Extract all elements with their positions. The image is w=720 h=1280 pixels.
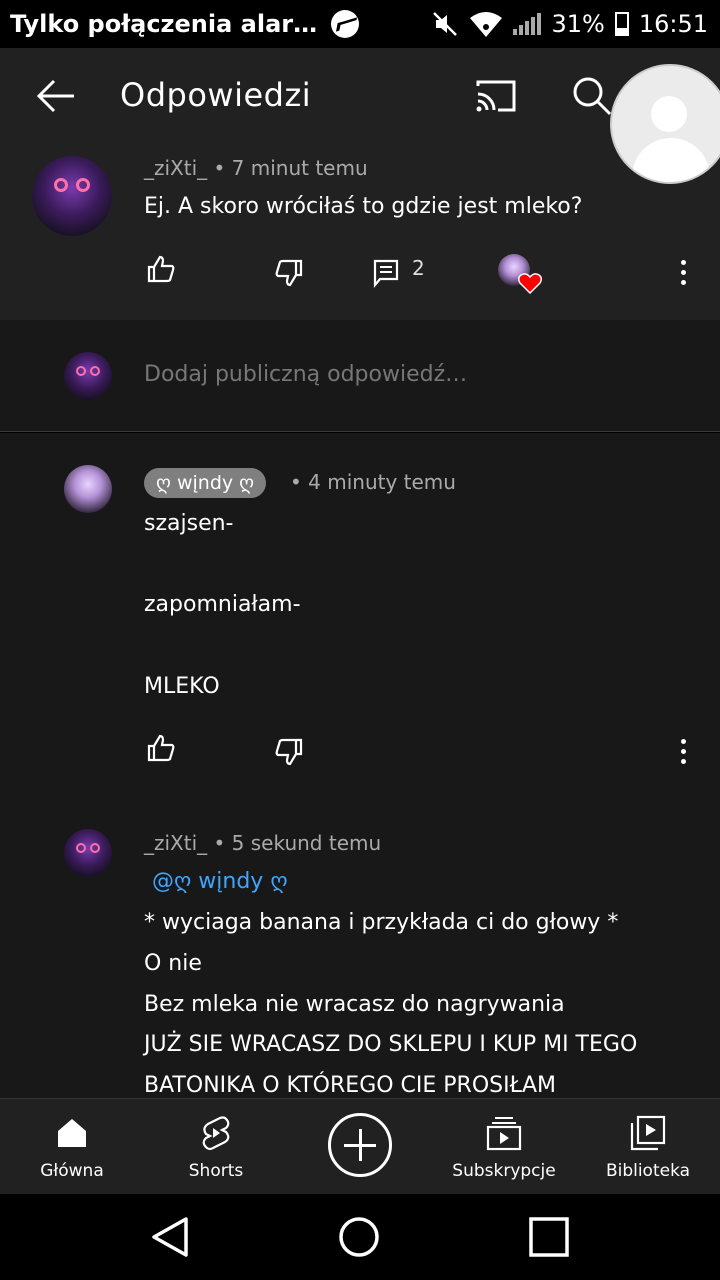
system-home-icon[interactable] (338, 1216, 380, 1258)
dislike-icon[interactable] (274, 258, 304, 288)
back-arrow-icon[interactable] (36, 78, 76, 114)
replies-list: ღ wįndy ღ • 4 minuty temu szajsen- zapom… (0, 433, 720, 1098)
author-chip[interactable]: ღ wįndy ღ (144, 468, 267, 498)
main-comment: _ziXti_ • 7 minut temu Ej. A skoro wróci… (0, 144, 720, 320)
battery-percent: 31% (551, 10, 605, 38)
system-back-icon[interactable] (150, 1216, 190, 1258)
nav-subscriptions-label: Subskrypcje (452, 1161, 556, 1181)
heart-icon (518, 273, 542, 294)
nav-library-label: Biblioteka (605, 1161, 691, 1181)
nav-shorts-label: Shorts (188, 1161, 244, 1181)
reply-input[interactable]: Dodaj publiczną odpowiedź… (144, 362, 467, 387)
create-button[interactable] (328, 1113, 392, 1177)
comment-text: Ej. A skoro wróciłaś to gdzie jest mleko… (144, 194, 583, 219)
avatar[interactable] (64, 465, 112, 513)
comment-meta: _ziXti_ • 7 minut temu (144, 156, 368, 180)
battery-icon (614, 12, 629, 36)
avatar[interactable] (32, 156, 112, 236)
reply-time: • 4 minuty temu (290, 470, 456, 494)
nav-shorts[interactable]: Shorts (146, 1099, 286, 1195)
library-icon (630, 1115, 666, 1151)
home-icon (58, 1119, 86, 1147)
nav-home-label: Główna (40, 1161, 104, 1181)
more-options-icon[interactable] (681, 260, 687, 286)
bottom-navigation: Główna Shorts Subskrypcje Biblioteka (0, 1098, 720, 1194)
shorts-icon (202, 1116, 230, 1151)
reply-line: szajsen- (144, 511, 234, 536)
reply-line: MLEKO (144, 674, 220, 699)
messenger-icon (331, 10, 360, 38)
reply-line: * wyciaga banana i przykłada ci do głowy… (144, 910, 619, 935)
reply-line: zapomniałam- (144, 592, 301, 617)
nav-library[interactable]: Biblioteka (578, 1099, 718, 1195)
reply-line: O nie (144, 951, 202, 976)
status-bar: Tylko połączenia alar… 31% 16:51 (0, 0, 720, 48)
search-icon[interactable] (570, 74, 614, 118)
reply-line: BATONIKA O KTÓREGO CIE PROSIŁAM (144, 1073, 557, 1098)
dislike-icon[interactable] (274, 737, 304, 767)
mute-icon (433, 12, 458, 36)
reply-count: 2 (412, 256, 425, 280)
reply-time: • 5 sekund temu (213, 831, 382, 855)
reply-author[interactable]: _ziXti_ (144, 831, 207, 855)
more-options-icon[interactable] (681, 739, 687, 765)
reply-icon[interactable] (372, 258, 402, 288)
like-icon[interactable] (146, 733, 176, 763)
page-title: Odpowiedzi (120, 76, 312, 114)
nav-home[interactable]: Główna (2, 1099, 142, 1195)
add-reply-row[interactable]: Dodaj publiczną odpowiedź… (0, 320, 720, 432)
clock: 16:51 (638, 10, 708, 38)
notification-text: Tylko połączenia alar… (10, 10, 318, 38)
reply-line: JUŻ SIE WRACASZ DO SKLEPU I KUP MI TEGO (144, 1032, 638, 1057)
avatar[interactable] (64, 829, 112, 877)
cast-icon[interactable] (474, 78, 518, 114)
system-recents-icon[interactable] (528, 1216, 570, 1258)
reply-line: Bez mleka nie wracasz do nagrywania (144, 992, 565, 1017)
comment-author[interactable]: _ziXti_ (144, 156, 207, 180)
mention-link[interactable]: @ღ wįndy ღ (152, 869, 288, 894)
account-avatar[interactable] (610, 64, 720, 184)
system-navigation (0, 1194, 720, 1280)
like-icon[interactable] (146, 254, 176, 284)
nav-subscriptions[interactable]: Subskrypcje (434, 1099, 574, 1195)
avatar (64, 352, 112, 400)
wifi-icon (470, 12, 503, 37)
reply-meta: _ziXti_ • 5 sekund temu (144, 831, 381, 855)
comment-time: • 7 minut temu (213, 156, 368, 180)
signal-icon (513, 13, 542, 35)
subscriptions-icon (486, 1117, 522, 1151)
